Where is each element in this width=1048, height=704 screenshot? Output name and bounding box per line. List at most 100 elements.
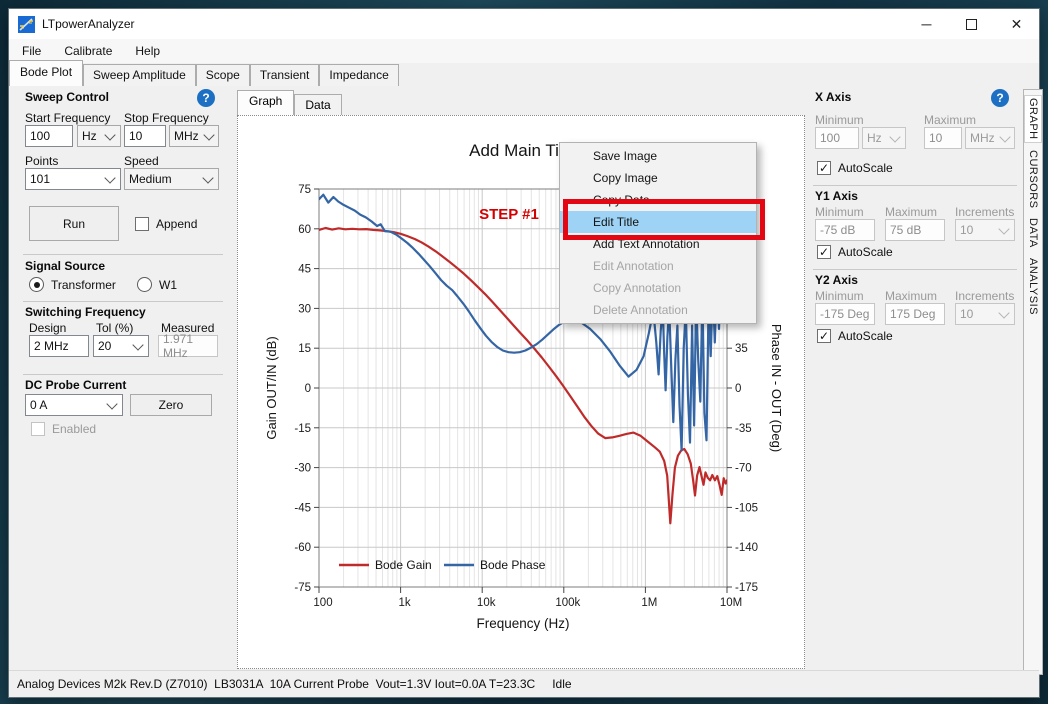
window-title: LTpowerAnalyzer (42, 17, 134, 31)
zero-button[interactable]: Zero (130, 394, 212, 416)
points-label: Points (25, 154, 58, 168)
speed-value: Medium (129, 172, 172, 186)
tol-select[interactable]: 20 (93, 335, 149, 357)
minimize-button[interactable]: ─ (904, 9, 949, 39)
svg-text:10M: 10M (720, 597, 742, 609)
tab-graph[interactable]: Graph (237, 90, 294, 115)
svg-text:-70: -70 (735, 463, 752, 475)
menu-help[interactable]: Help (125, 40, 170, 62)
menu-item-edit-annotation: Edit Annotation (560, 255, 756, 277)
x-axis-title: X Axis (815, 90, 851, 104)
y1-increments-select: 10 (955, 219, 1015, 241)
switching-frequency-title: Switching Frequency (25, 305, 146, 319)
points-value: 101 (30, 172, 50, 186)
app-window: LTpowerAnalyzer ─ ✕ File Calibrate Help … (8, 8, 1040, 698)
y1-max-input[interactable]: 75 dB (885, 219, 945, 241)
stop-frequency-label: Stop Frequency (124, 111, 209, 125)
menu-item-save-image[interactable]: Save Image (560, 145, 756, 167)
x-max-input[interactable]: 10 (924, 127, 962, 149)
svg-text:1k: 1k (399, 597, 411, 609)
chevron-down-icon (889, 131, 900, 142)
measured-readout: 1.971 MHz (158, 335, 218, 357)
stop-frequency-unit-select[interactable]: MHz (169, 125, 219, 147)
speed-select[interactable]: Medium (124, 168, 219, 190)
x-min-label: Minimum (815, 113, 864, 127)
title-bar[interactable]: LTpowerAnalyzer ─ ✕ (9, 9, 1039, 39)
start-frequency-unit-select[interactable]: Hz (77, 125, 121, 147)
design-label: Design (29, 321, 66, 335)
y1-autoscale-checkbox[interactable]: ✓ (817, 245, 831, 259)
side-tab-analysis[interactable]: ANALYSIS (1025, 256, 1041, 317)
maximize-button[interactable] (949, 9, 994, 39)
w1-radio[interactable] (137, 277, 152, 292)
points-select[interactable]: 101 (25, 168, 121, 190)
x-min-unit-select: Hz (862, 127, 906, 149)
transformer-radio[interactable] (29, 277, 44, 292)
y2-increments-value: 10 (960, 307, 973, 321)
divider (813, 269, 1017, 270)
start-frequency-unit: Hz (82, 129, 97, 143)
tab-bode-plot[interactable]: Bode Plot (9, 60, 83, 86)
run-button[interactable]: Run (29, 206, 119, 241)
tab-data[interactable]: Data (294, 94, 341, 115)
speed-label: Speed (124, 154, 159, 168)
menu-item-delete-annotation: Delete Annotation (560, 299, 756, 321)
close-button[interactable]: ✕ (994, 9, 1039, 39)
menu-file[interactable]: File (12, 40, 51, 62)
y2-min-input[interactable]: -175 Deg (815, 303, 875, 325)
y1-increments-value: 10 (960, 223, 973, 237)
axes-help-icon[interactable]: ? (991, 89, 1009, 107)
tab-impedance[interactable]: Impedance (319, 64, 398, 86)
x-max-label: Maximum (924, 113, 976, 127)
menu-item-copy-annotation: Copy Annotation (560, 277, 756, 299)
enabled-checkbox (31, 422, 45, 436)
side-tab-cursors[interactable]: CURSORS (1025, 148, 1041, 211)
svg-text:0: 0 (305, 383, 311, 395)
graph-tab-strip: Graph Data (237, 93, 342, 115)
x-min-input[interactable]: 100 (815, 127, 859, 149)
side-tab-graph[interactable]: GRAPH (1025, 96, 1041, 142)
x-autoscale-checkbox[interactable]: ✓ (817, 161, 831, 175)
svg-text:-15: -15 (294, 423, 311, 435)
svg-text:STEP #1: STEP #1 (479, 206, 539, 223)
divider (813, 185, 1017, 186)
menu-item-copy-image[interactable]: Copy Image (560, 167, 756, 189)
chevron-down-icon (132, 339, 143, 350)
svg-text:45: 45 (298, 264, 311, 276)
tab-sweep-amplitude[interactable]: Sweep Amplitude (83, 64, 196, 86)
y2-min-label: Minimum (815, 289, 864, 303)
svg-text:-140: -140 (735, 542, 758, 554)
y2-autoscale-checkbox[interactable]: ✓ (817, 329, 831, 343)
divider (23, 374, 223, 375)
dc-probe-current-title: DC Probe Current (25, 378, 126, 392)
append-checkbox[interactable] (135, 217, 149, 231)
chevron-down-icon (106, 398, 117, 409)
y2-max-label: Maximum (885, 289, 937, 303)
svg-text:Gain OUT/IN (dB): Gain OUT/IN (dB) (264, 336, 279, 439)
svg-text:-30: -30 (294, 463, 311, 475)
stop-frequency-input[interactable]: 10 (124, 125, 166, 147)
side-tab-strip: GRAPH CURSORS DATA ANALYSIS (1023, 89, 1043, 675)
y2-axis-title: Y2 Axis (815, 273, 858, 287)
chevron-down-icon (104, 172, 115, 183)
svg-text:Frequency (Hz): Frequency (Hz) (476, 616, 569, 631)
dc-probe-current-select[interactable]: 0 A (25, 394, 123, 416)
chevron-down-icon (998, 307, 1009, 318)
side-tab-data[interactable]: DATA (1025, 216, 1041, 250)
design-input[interactable]: 2 MHz (29, 335, 89, 357)
transformer-label: Transformer (51, 278, 116, 292)
svg-text:Phase IN - OUT (Deg): Phase IN - OUT (Deg) (769, 324, 784, 452)
tab-scope[interactable]: Scope (196, 64, 250, 86)
menu-calibrate[interactable]: Calibrate (54, 40, 122, 62)
w1-label: W1 (159, 278, 177, 292)
y1-min-input[interactable]: -75 dB (815, 219, 875, 241)
y2-max-input[interactable]: 175 Deg (885, 303, 945, 325)
svg-text:-75: -75 (294, 582, 311, 594)
svg-text:Bode Gain: Bode Gain (375, 558, 432, 572)
y1-increments-label: Increments (955, 205, 1014, 219)
sweep-help-icon[interactable]: ? (197, 89, 215, 107)
svg-text:30: 30 (298, 303, 311, 315)
start-frequency-input[interactable]: 100 (25, 125, 73, 147)
svg-text:100: 100 (313, 597, 332, 609)
tab-transient[interactable]: Transient (250, 64, 320, 86)
